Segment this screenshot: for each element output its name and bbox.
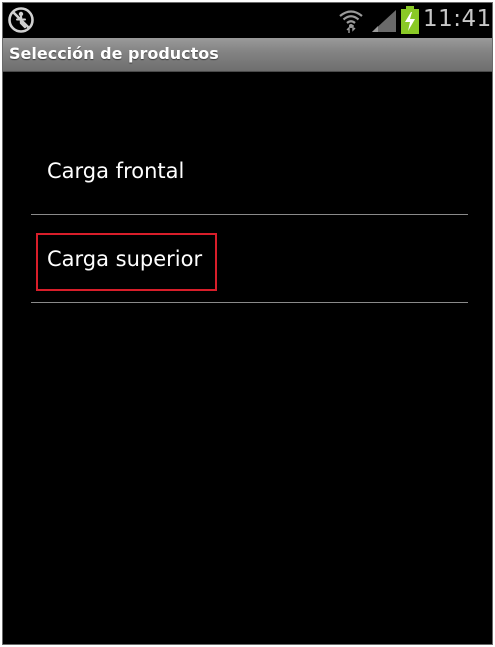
no-accessibility-icon	[8, 7, 34, 33]
list-item-label: Carga superior	[47, 247, 203, 271]
clock: 11:41	[423, 6, 492, 32]
title-bar: Selección de productos	[3, 38, 492, 72]
list-item-carga-frontal[interactable]: Carga frontal	[31, 127, 468, 215]
signal-icon	[372, 10, 396, 32]
battery-charging-icon	[401, 6, 419, 34]
phone-screen: 11:41 Selección de productos Carga front…	[2, 2, 493, 645]
wifi-icon	[339, 10, 363, 33]
page-title: Selección de productos	[9, 44, 219, 63]
list-item-label: Carga frontal	[47, 159, 185, 183]
list-item-carga-superior[interactable]: Carga superior	[31, 215, 468, 303]
status-bar: 11:41	[3, 3, 492, 37]
product-list: Carga frontal Carga superior	[31, 127, 468, 303]
